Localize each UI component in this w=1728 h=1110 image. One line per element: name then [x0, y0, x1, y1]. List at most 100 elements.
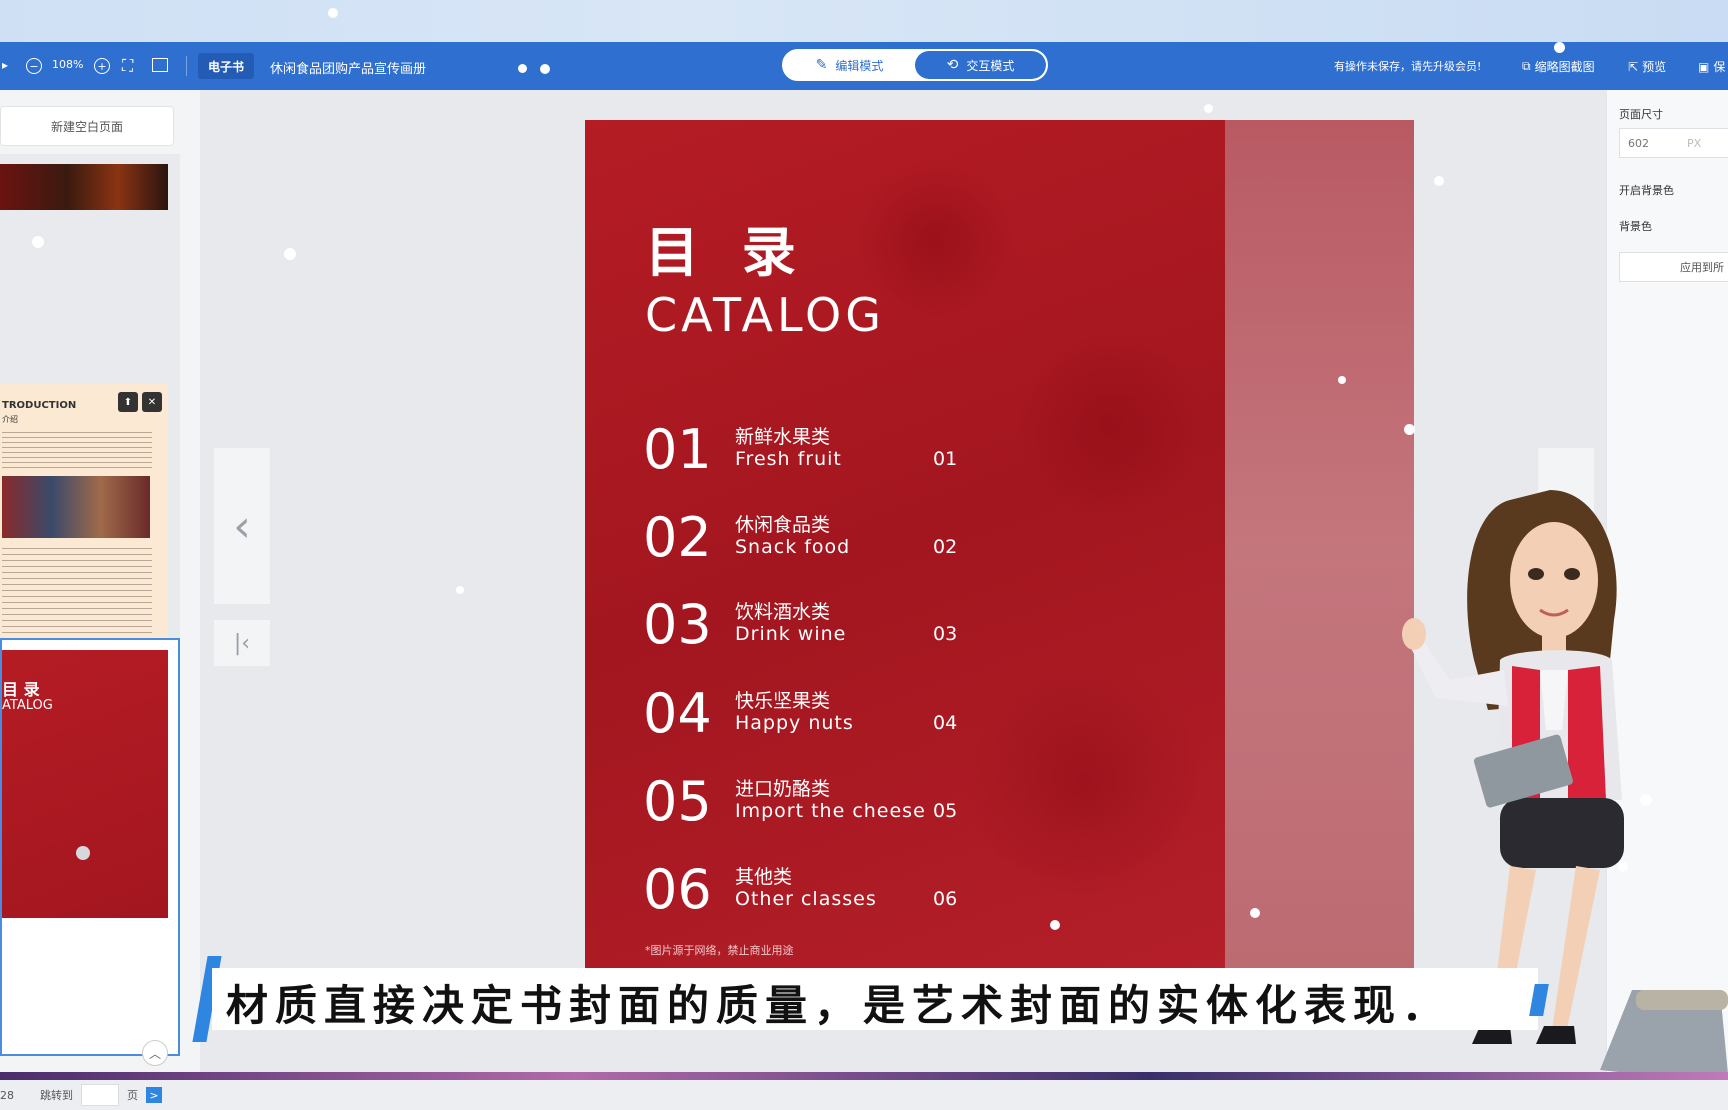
editor-toolbar: ▸ − 108% + ⛶ 电子书 休闲食品团购产品宣传画册 ✎ 编辑模式 ⟲ 交…: [0, 42, 1728, 90]
catalog-item-page: 05: [933, 800, 958, 822]
catalog-item-number: 01: [643, 418, 712, 481]
catalog-item-en: Drink wine: [735, 623, 847, 645]
crop-icon: ⧉: [1522, 59, 1531, 73]
snow-particle: [76, 846, 90, 860]
fullscreen-icon: ⛶: [122, 56, 134, 75]
jump-page-input[interactable]: [81, 1084, 119, 1106]
catalog-item[interactable]: 05 进口奶酪类 Import the cheese 05: [643, 772, 1003, 842]
snow-particle: [1640, 794, 1652, 806]
unsaved-notice[interactable]: 有操作未保存，请先升级会员!: [1334, 58, 1481, 74]
thumbnail-page: 目 录 ATALOG: [2, 650, 168, 918]
catalog-item-page: 01: [933, 448, 958, 470]
thumbnail-delete-icon[interactable]: ✕: [142, 392, 162, 412]
catalog-item-number: 04: [643, 682, 712, 745]
catalog-item-number: 06: [643, 858, 712, 921]
thumbnail-photo: [2, 476, 150, 538]
page-thumbnail-3-selected[interactable]: 目 录 ATALOG ︿: [0, 638, 180, 1066]
snow-particle: [1338, 376, 1346, 384]
page-thumbnail-1[interactable]: [0, 154, 180, 304]
thumbnail-heading: TRODUCTION: [2, 400, 77, 411]
page-thumbnail-sidebar: 新建空白页面 TRODUCTION 介绍 ⬆ ✕ 目 录 ATALOG ︿ 28…: [0, 90, 200, 1106]
apply-all-button[interactable]: 应用到所: [1619, 252, 1728, 282]
bg-toggle-label: 开启背景色: [1619, 184, 1674, 197]
catalog-title-en: CATALOG: [645, 288, 885, 342]
fullscreen-button[interactable]: ⛶: [122, 56, 133, 76]
page-size-label: 页面尺寸: [1619, 108, 1663, 121]
catalog-item-en: Import the cheese: [735, 800, 926, 822]
prev-page-button[interactable]: ‹: [214, 448, 270, 604]
collapse-up-icon[interactable]: ︿: [142, 1040, 168, 1066]
zoom-out-button[interactable]: −: [26, 58, 42, 74]
catalog-item-cn: 饮料酒水类: [735, 601, 831, 623]
catalog-page[interactable]: 目 录 CATALOG 01 新鲜水果类 Fresh fruit 01 02 休…: [585, 120, 1225, 970]
page-suffix: 页: [127, 1089, 138, 1102]
zoom-in-icon: +: [94, 58, 110, 74]
thumbnail-capture-button[interactable]: ⧉ 缩略图截图: [1522, 58, 1595, 75]
thumbnail-title-cn: 目 录: [2, 680, 40, 699]
new-blank-page-button[interactable]: 新建空白页面: [0, 106, 174, 146]
catalog-item-number: 02: [643, 506, 712, 569]
page-size-value: 602: [1628, 136, 1649, 150]
save-label: 保: [1713, 60, 1726, 74]
bg-color-label: 背景色: [1619, 220, 1652, 233]
zoom-level: 108%: [52, 58, 84, 71]
snow-particle: [1554, 42, 1565, 53]
snow-particle: [1050, 920, 1060, 930]
save-button[interactable]: ▣ 保: [1698, 58, 1725, 75]
toolbar-divider: [186, 56, 187, 76]
catalog-item[interactable]: 03 饮料酒水类 Drink wine 03: [643, 595, 983, 665]
thumbnail-upload-icon[interactable]: ⬆: [118, 392, 138, 412]
subtitle-caption: 材质直接决定书封面的质量，是艺术封面的实体化表现．: [226, 981, 1452, 1030]
document-title[interactable]: 休闲食品团购产品宣传画册: [270, 58, 426, 77]
zoom-out-icon: −: [26, 58, 42, 74]
catalog-item-cn: 新鲜水果类: [735, 426, 831, 448]
page-right-preview: [1225, 120, 1414, 970]
preview-button[interactable]: ⇱ 预览: [1628, 58, 1666, 75]
interact-icon: ⟲: [946, 57, 959, 73]
preview-label: 预览: [1642, 60, 1667, 74]
save-icon: ▣: [1698, 59, 1710, 74]
catalog-item-page: 03: [933, 623, 958, 645]
snow-particle: [1434, 176, 1444, 186]
snow-particle: [32, 236, 44, 248]
page-size-input[interactable]: 602 PX: [1619, 128, 1728, 158]
snow-particle: [456, 586, 464, 594]
layout-icon: [152, 58, 168, 72]
zoom-in-button[interactable]: +: [94, 58, 110, 74]
page-jump-bar: 28 跳转到 页 >: [0, 1080, 200, 1110]
catalog-item-en: Fresh fruit: [735, 448, 842, 470]
interact-mode-button[interactable]: ⟲ 交互模式: [915, 51, 1046, 79]
snow-particle: [540, 64, 550, 74]
page-layout-button[interactable]: [152, 58, 168, 72]
toolbar-edge-arrow-icon[interactable]: ▸: [0, 58, 10, 72]
chevron-left-icon: ‹: [233, 500, 251, 552]
page-size-unit: PX: [1687, 136, 1702, 150]
snow-particle: [1618, 862, 1628, 872]
page-thumbnail-2[interactable]: TRODUCTION 介绍 ⬆ ✕: [0, 288, 180, 696]
catalog-item-en: Snack food: [735, 536, 851, 558]
catalog-item-page: 04: [933, 712, 958, 734]
catalog-item-cn: 快乐坚果类: [735, 690, 831, 712]
page-total: 28: [0, 1088, 14, 1102]
catalog-item-page: 06: [933, 888, 958, 910]
first-page-icon: |‹: [233, 630, 251, 656]
catalog-item[interactable]: 04 快乐坚果类 Happy nuts 04: [643, 684, 983, 754]
snow-particle: [328, 8, 338, 18]
first-page-button[interactable]: |‹: [214, 620, 270, 666]
thumbnail-text-block: [2, 548, 152, 638]
thumbnail-capture-label: 缩略图截图: [1534, 60, 1595, 74]
snow-particle: [1204, 104, 1213, 113]
catalog-item-page: 02: [933, 536, 958, 558]
catalog-item-number: 05: [643, 770, 712, 833]
catalog-item-number: 03: [643, 593, 712, 656]
catalog-item[interactable]: 06 其他类 Other classes 06: [643, 860, 983, 930]
browser-top-strip: [0, 0, 1728, 42]
catalog-item[interactable]: 02 休闲食品类 Snack food 02: [643, 508, 983, 578]
video-bottom-strip: [0, 1072, 1728, 1080]
snow-particle: [284, 248, 296, 260]
edit-mode-button[interactable]: ✎ 编辑模式: [784, 51, 915, 79]
catalog-item[interactable]: 01 新鲜水果类 Fresh fruit 01: [643, 420, 983, 490]
thumbnail-subheading: 介绍: [2, 415, 18, 424]
preview-icon: ⇱: [1628, 59, 1639, 74]
jump-go-button[interactable]: >: [146, 1087, 162, 1103]
